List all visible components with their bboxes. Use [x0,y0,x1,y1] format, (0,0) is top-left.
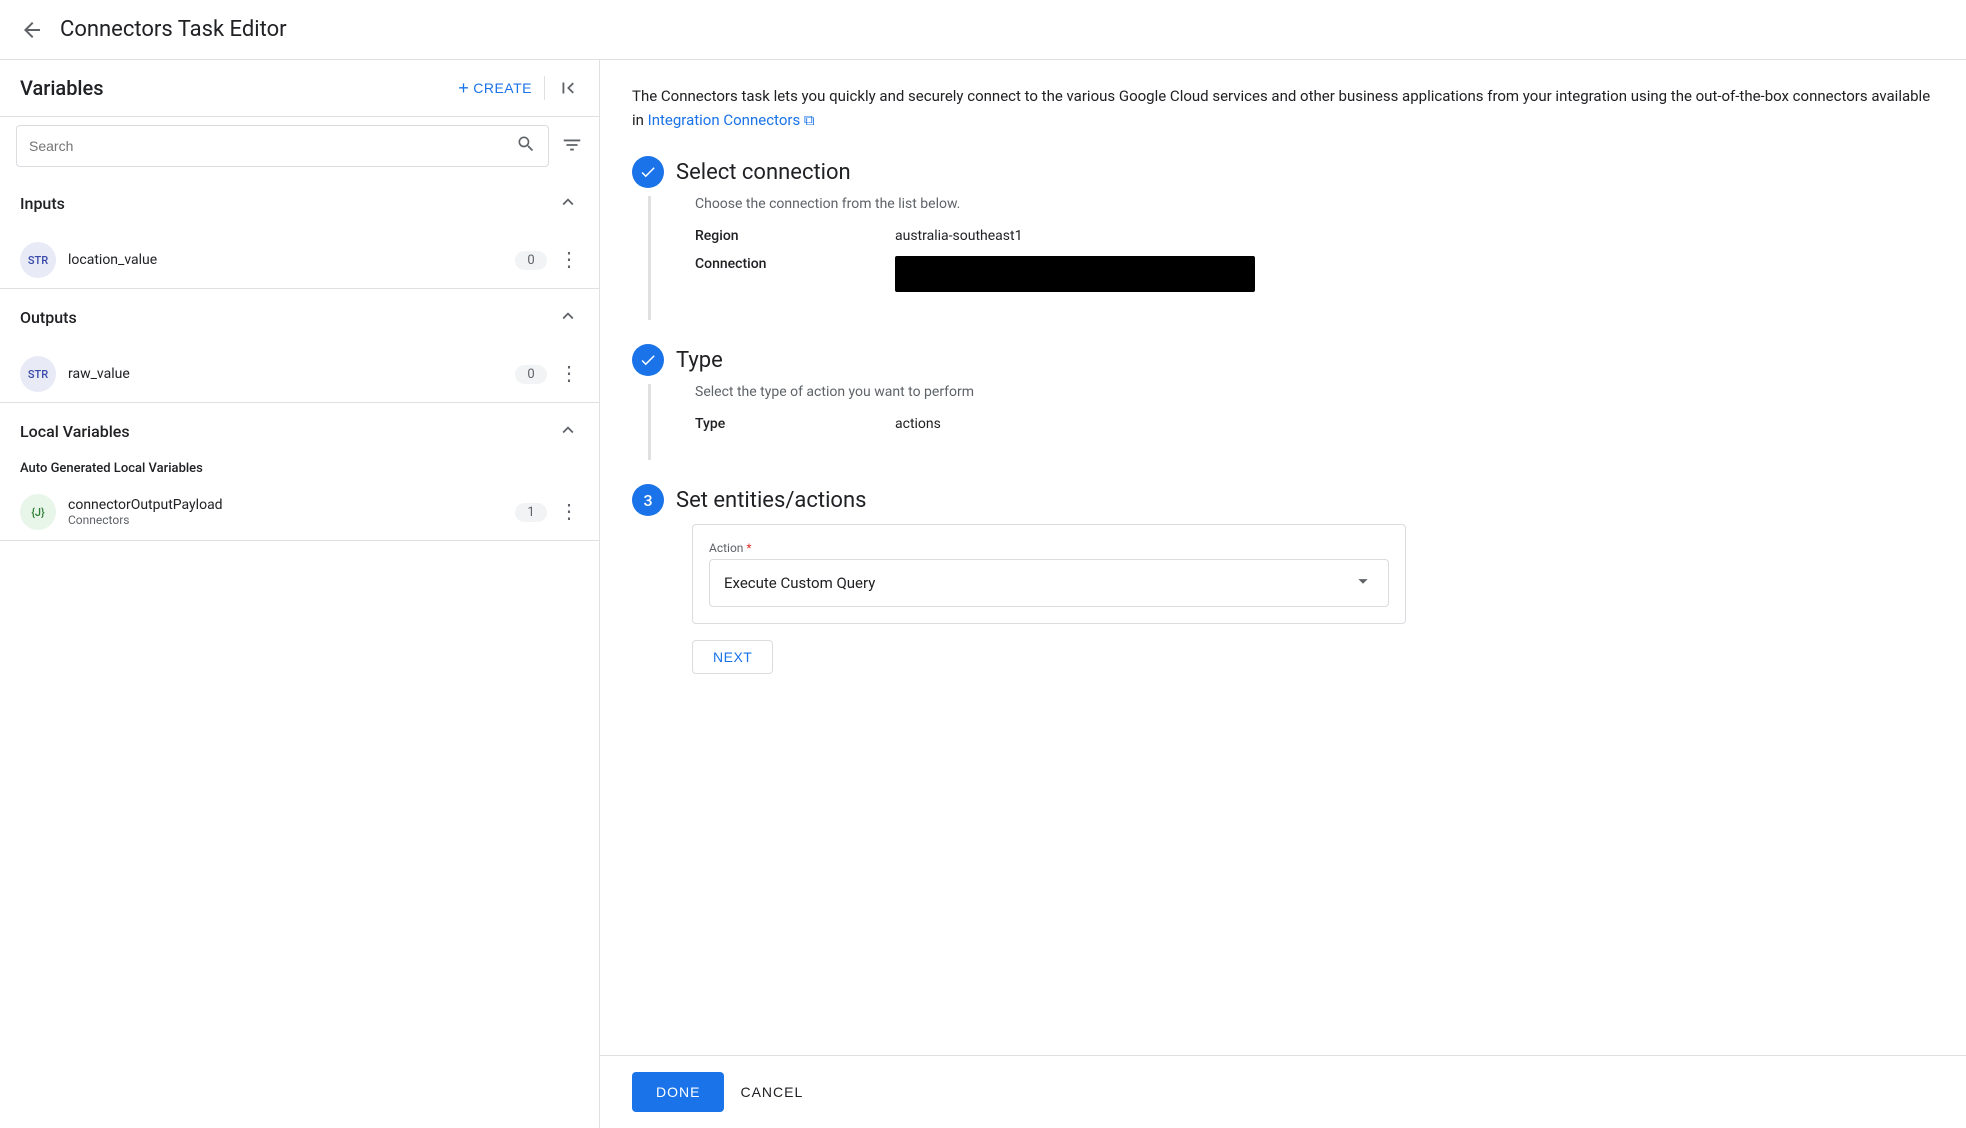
divider [544,76,545,100]
inputs-section-header[interactable]: Inputs [0,175,599,232]
variable-count: 0 [515,365,547,384]
search-icon [516,134,536,158]
header: Connectors Task Editor [0,0,1966,60]
search-box [16,125,549,167]
right-panel: The Connectors task lets you quickly and… [600,60,1966,1128]
inputs-section-title: Inputs [20,194,65,213]
left-panel-header: Variables + CREATE [0,60,599,117]
required-star: * [746,541,751,555]
select-connection-step: Select connection Choose the connection … [632,156,1934,320]
step-check-icon [632,344,664,376]
step-check-icon [632,156,664,188]
done-button[interactable]: DONE [632,1072,724,1112]
variable-sub: Connectors [68,513,223,527]
search-filter-row [0,117,599,175]
local-variables-title: Local Variables [20,422,130,441]
action-dropdown-value: Execute Custom Query [724,574,875,592]
outputs-section-title: Outputs [20,308,77,327]
step-content: Select the type of action you want to pe… [648,384,1934,460]
description-text: The Connectors task lets you quickly and… [632,84,1934,132]
variable-name: connectorOutputPayload [68,497,223,513]
variable-count: 1 [515,503,547,522]
step-desc: Select the type of action you want to pe… [695,384,1934,400]
outputs-section: Outputs STR raw_value 0 ⋮ [0,289,599,403]
list-item: STR raw_value 0 ⋮ [0,346,599,402]
region-label: Region [695,228,895,244]
connection-redacted [895,256,1255,292]
local-variables-section: Local Variables Auto Generated Local Var… [0,403,599,541]
inputs-section: Inputs STR location_value 0 ⋮ [0,175,599,289]
step-header: Type [632,344,1934,376]
connection-field-row: Connection [695,256,1934,292]
collapse-panel-button[interactable] [557,77,579,99]
step-number: 3 [632,484,664,516]
main-layout: Variables + CREATE [0,60,1966,1128]
type-field-row: Type actions [695,416,1934,432]
inputs-collapse-button[interactable] [557,191,579,216]
cancel-button[interactable]: CANCEL [740,1084,803,1100]
step-content: Choose the connection from the list belo… [648,196,1934,320]
str-badge: STR [20,356,56,392]
region-value: australia-southeast1 [895,228,1022,244]
variable-menu-button[interactable]: ⋮ [559,364,579,384]
variable-menu-button[interactable]: ⋮ [559,502,579,522]
create-button[interactable]: + CREATE [458,78,532,99]
chevron-down-icon [1352,570,1374,596]
next-button[interactable]: NEXT [692,640,773,674]
step-header: Select connection [632,156,1934,188]
action-label: Action * [709,541,1389,555]
auto-generated-label: Auto Generated Local Variables [0,460,599,484]
variable-name: raw_value [68,366,503,382]
back-button[interactable] [20,18,44,42]
action-dropdown[interactable]: Execute Custom Query [709,559,1389,607]
local-variables-section-header[interactable]: Local Variables [0,403,599,460]
left-panel: Variables + CREATE [0,60,600,1128]
step-3-content: Action * Execute Custom Query NEXT [648,524,1934,754]
page-title: Connectors Task Editor [60,17,287,42]
filter-button[interactable] [561,134,583,159]
region-field-row: Region australia-southeast1 [695,228,1934,244]
left-panel-actions: + CREATE [458,76,579,100]
step-header: 3 Set entities/actions [632,484,1934,516]
variable-menu-button[interactable]: ⋮ [559,250,579,270]
action-field-container: Action * Execute Custom Query [692,524,1406,624]
outputs-collapse-button[interactable] [557,305,579,330]
variables-title: Variables [20,76,104,100]
variable-name: location_value [68,252,503,268]
step-title: Select connection [676,160,851,185]
step-title: Set entities/actions [676,488,866,513]
type-label: Type [695,416,895,432]
type-step: Type Select the type of action you want … [632,344,1934,460]
connection-label: Connection [695,256,895,272]
bottom-bar: DONE CANCEL [600,1055,1966,1128]
local-variables-collapse-button[interactable] [557,419,579,444]
json-badge: {J} [20,494,56,530]
variable-count: 0 [515,251,547,270]
step-title: Type [676,348,723,373]
set-entities-step: 3 Set entities/actions Action * Execute … [632,484,1934,754]
step-desc: Choose the connection from the list belo… [695,196,1934,212]
search-input[interactable] [29,138,508,154]
str-badge: STR [20,242,56,278]
list-item: STR location_value 0 ⋮ [0,232,599,288]
integration-connectors-link[interactable]: Integration Connectors ⧉ [648,111,815,129]
type-value: actions [895,416,941,432]
list-item: {J} connectorOutputPayload Connectors 1 … [0,484,599,540]
outputs-section-header[interactable]: Outputs [0,289,599,346]
